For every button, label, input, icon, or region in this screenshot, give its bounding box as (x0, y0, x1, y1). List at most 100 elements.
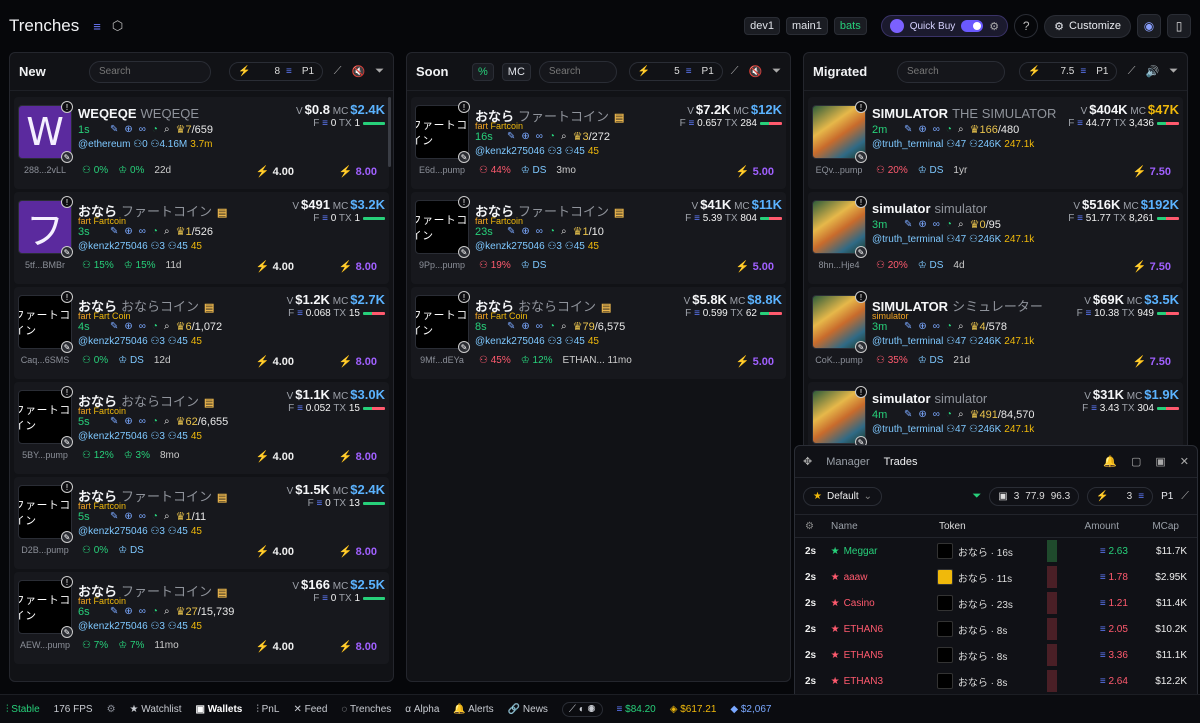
chart-icon[interactable]: ⟋ (731, 65, 739, 78)
quick-buy-toggle[interactable]: Quick Buy ⚙ (880, 15, 1009, 37)
quick-buy-1[interactable]: ⚡ 4.00 (256, 355, 294, 368)
quick-buy-amount[interactable]: ⚡ 3 ≡ (1087, 486, 1154, 506)
info-icon[interactable]: ! (855, 101, 867, 113)
pill-icon[interactable]: ✎ (61, 626, 73, 638)
sound-icon[interactable]: 🔊 (1145, 65, 1159, 78)
trade-token[interactable]: おなら · 8s (936, 647, 1043, 663)
quick-buy-2[interactable]: ⚡ 8.00 (339, 165, 377, 178)
pencil-icon[interactable]: ✎ (110, 124, 118, 135)
table-row[interactable]: 2s ★ Meggar おなら · 16s ≡ 2.63 $11.7K (795, 538, 1197, 564)
token-card[interactable]: ! ✎ CoK...pump SIMULATOR シミュレーター simulator 3m… (808, 287, 1183, 379)
globe-icon[interactable]: ⊕ (124, 511, 132, 522)
pump-icon[interactable]: ◔ (152, 226, 158, 237)
twitter-handle[interactable]: @truth_terminal (872, 139, 943, 150)
info-icon[interactable]: ! (855, 196, 867, 208)
table-row[interactable]: 2s ★ ETHAN3 おなら · 8s ≡ 2.64 $12.2K (795, 668, 1197, 694)
twitter-handle[interactable]: @kenzk275046 (78, 621, 148, 632)
trader-name[interactable]: ★ aaaw (831, 572, 937, 583)
trader-name[interactable]: ★ Meggar (831, 546, 937, 557)
search-icon[interactable]: ⌕ (958, 321, 964, 332)
info-icon[interactable]: ! (855, 386, 867, 398)
link-icon[interactable]: ∞ (536, 321, 543, 332)
pencil-icon[interactable]: ✎ (110, 606, 118, 617)
twitter-handle[interactable]: @truth_terminal (872, 234, 943, 245)
settings-icon[interactable]: ⚙ (107, 704, 116, 715)
pencil-icon[interactable]: ✎ (507, 226, 515, 237)
quick-buy-amount[interactable]: ⚡ 7.5 ≡ P1 (1019, 62, 1118, 81)
token-address[interactable]: EQv...pump (812, 165, 866, 175)
search-input[interactable]: Search (89, 60, 211, 83)
search-icon[interactable]: ⌕ (561, 131, 567, 142)
pill-icon[interactable]: ✎ (61, 531, 73, 543)
quick-buy-2[interactable]: ⚡ 7.50 (1133, 165, 1171, 178)
search-icon[interactable]: ⌕ (164, 606, 170, 617)
link-icon[interactable]: ∞ (933, 124, 940, 135)
twitter-handle[interactable]: @kenzk275046 (475, 146, 545, 157)
quick-buy-amount[interactable]: ⚡ 5 ≡ P1 (628, 62, 723, 81)
solana-icon[interactable]: ≡ (93, 19, 101, 34)
twitter-handle[interactable]: @kenzk275046 (78, 431, 148, 442)
pill-icon[interactable]: ✎ (855, 341, 867, 353)
info-icon[interactable]: ! (61, 101, 73, 113)
trader-name[interactable]: ★ ETHAN5 (831, 650, 937, 661)
twitter-handle[interactable]: @truth_terminal (872, 424, 943, 435)
help-icon[interactable]: ? (1014, 14, 1039, 38)
trader-name[interactable]: ★ ETHAN3 (831, 676, 937, 687)
twitter-handle[interactable]: @kenzk275046 (78, 526, 148, 537)
token-address[interactable]: 5BY...pump (18, 450, 72, 460)
pill-icon[interactable]: ✎ (61, 246, 73, 258)
globe-icon[interactable]: ⊕ (521, 131, 529, 142)
pencil-icon[interactable]: ✎ (110, 416, 118, 427)
footer-watchlist[interactable]: ★ Watchlist (130, 704, 182, 715)
quick-buy-1[interactable]: ⚡ 4.00 (256, 260, 294, 273)
token-name[interactable]: WEQEQE WEQEQE (78, 106, 199, 121)
globe-icon[interactable]: ⊕ (521, 226, 529, 237)
search-icon[interactable]: ⌕ (958, 409, 964, 420)
pump-icon[interactable]: ◔ (946, 124, 952, 135)
document-icon[interactable]: ▤ (204, 397, 214, 409)
token-card[interactable]: ファートコイン!✎E6d...pumpおならファートコイン▤fart Fartc… (411, 97, 786, 189)
stats-pill[interactable]: ▣ 3 77.9 96.3 (989, 486, 1080, 506)
link-icon[interactable]: ∞ (933, 321, 940, 332)
cube-icon[interactable]: ⬡ (112, 18, 123, 34)
pill-icon[interactable]: ✎ (855, 246, 867, 258)
info-icon[interactable]: ! (61, 291, 73, 303)
quick-buy-2[interactable]: ⚡ 8.00 (339, 355, 377, 368)
bell-icon[interactable]: 🔔 (1103, 455, 1117, 468)
link-icon[interactable]: ∞ (139, 226, 146, 237)
token-card[interactable]: ファートコイン!✎9Mf...dEYaおならおならコイン▤fart Fart C… (411, 287, 786, 379)
search-icon[interactable]: ⌕ (164, 226, 170, 237)
pump-icon[interactable]: ◔ (946, 409, 952, 420)
link-icon[interactable]: ∞ (536, 226, 543, 237)
pump-icon[interactable]: ◔ (946, 219, 952, 230)
search-icon[interactable]: ⌕ (164, 321, 170, 332)
pill-icon[interactable]: ✎ (61, 341, 73, 353)
document-icon[interactable]: ▤ (204, 302, 214, 314)
settings-icon[interactable]: ⚙ (795, 521, 831, 532)
quick-buy-1[interactable]: ⚡ 4.00 (256, 450, 294, 463)
token-card[interactable]: ファートコイン!✎Caq...6SMSおならおならコイン▤fart Fart C… (14, 287, 389, 379)
search-icon[interactable]: ⌕ (561, 321, 567, 332)
document-icon[interactable]: ▤ (614, 207, 624, 219)
quick-buy-2[interactable]: ⚡ 5.00 (736, 165, 774, 178)
tab-mc[interactable]: MC (501, 62, 531, 81)
token-name[interactable]: simulator simulator (872, 391, 987, 406)
pencil-icon[interactable]: ✎ (110, 226, 118, 237)
filter-icon[interactable]: ⏷ (375, 65, 384, 78)
twitter-handle[interactable]: @kenzk275046 (475, 241, 545, 252)
wallet-chip-dev1[interactable]: dev1 (744, 17, 780, 35)
search-icon[interactable]: ⌕ (164, 416, 170, 427)
twitter-handle[interactable]: @ethereum (78, 139, 130, 150)
chain-selector[interactable]: ⟋ ◐ ◉ (561, 701, 603, 717)
search-icon[interactable]: ⌕ (958, 219, 964, 230)
token-address[interactable]: 9Mf...dEYa (415, 355, 469, 365)
trade-token[interactable]: おなら · 8s (936, 673, 1043, 689)
pill-icon[interactable]: ✎ (458, 151, 470, 163)
pencil-icon[interactable]: ✎ (110, 321, 118, 332)
bookmark-icon[interactable]: ▯ (1167, 14, 1191, 38)
document-icon[interactable]: ▤ (217, 207, 227, 219)
footer-trenches[interactable]: ◌ Trenches (341, 704, 391, 715)
token-name[interactable]: SIMULATOR THE SIMULATOR (872, 106, 1056, 121)
tab-manager[interactable]: Manager (826, 456, 869, 468)
document-icon[interactable]: ▤ (601, 302, 611, 314)
